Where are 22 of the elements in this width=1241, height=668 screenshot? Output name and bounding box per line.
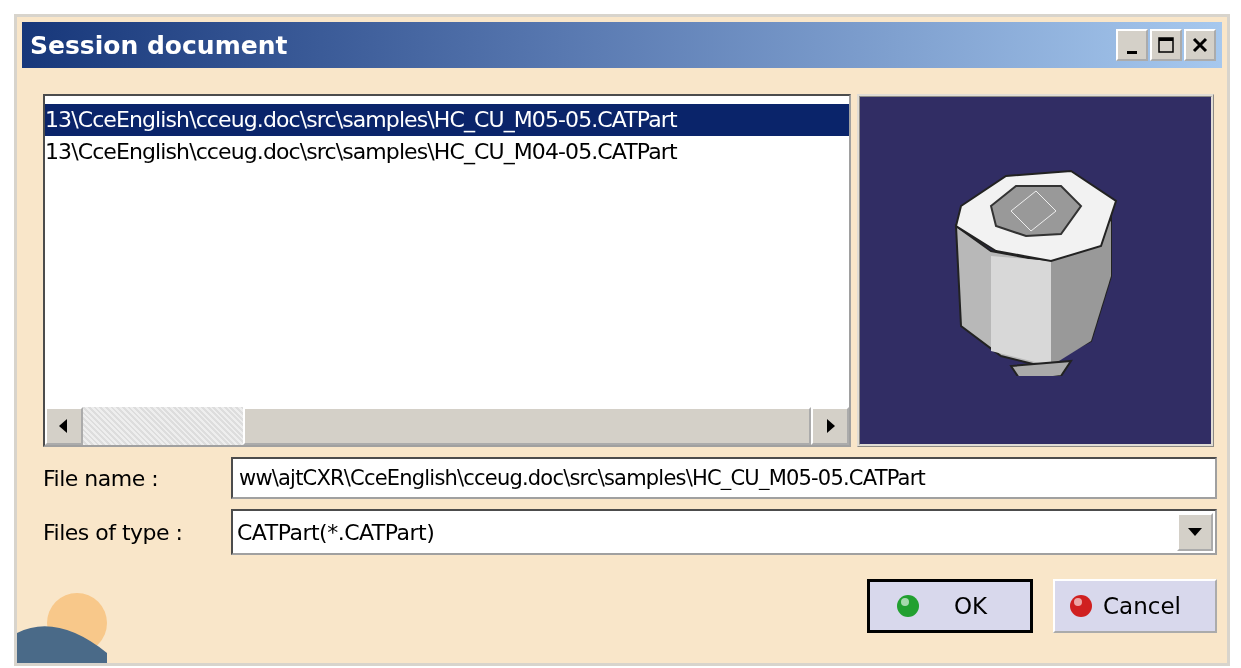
dot-icon: [896, 594, 920, 618]
file-list-item[interactable]: 13\CceEnglish\cceug.doc\src\samples\HC_CU_M05-05.CATPart: [45, 104, 849, 136]
minimize-button[interactable]: [1116, 29, 1148, 61]
window-title: Session document: [30, 30, 288, 60]
file-list-item[interactable]: 13\CceEnglish\cceug.doc\src\samples\HC_CU_M04-05.CATPart: [45, 136, 849, 168]
dropdown-arrow-icon: [1188, 528, 1202, 536]
file-name-label: File name :: [43, 465, 160, 491]
dot-icon: [1069, 594, 1093, 618]
minimize-icon: [1127, 50, 1137, 54]
maximize-button[interactable]: [1150, 29, 1182, 61]
maximize-icon: [1157, 36, 1175, 54]
ok-button[interactable]: OK: [867, 579, 1033, 633]
file-type-dropdown[interactable]: CATPart(*.CATPart): [231, 509, 1217, 555]
cancel-button[interactable]: Cancel: [1053, 579, 1217, 633]
close-icon: [1191, 36, 1209, 54]
file-name-field[interactable]: ww\ajtCXR\CceEnglish\cceug.doc\src\samples\HC_CU_M05-05.CATPart: [231, 457, 1217, 499]
file-type-label: Files of type :: [43, 519, 184, 545]
scroll-right-button[interactable]: [811, 407, 849, 445]
scroll-left-button[interactable]: [45, 407, 83, 445]
close-button[interactable]: [1184, 29, 1216, 61]
left-arrow-icon: [59, 419, 69, 433]
right-arrow-icon: [825, 419, 835, 433]
